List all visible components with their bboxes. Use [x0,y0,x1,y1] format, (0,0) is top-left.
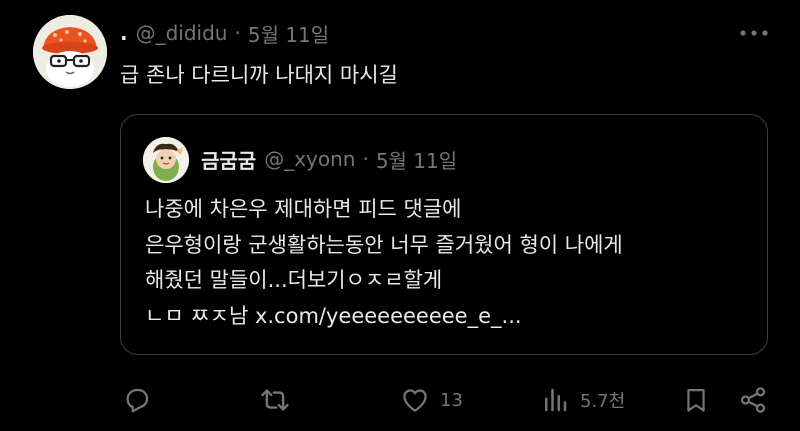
quote-avatar-image [143,137,189,183]
like-count: 13 [440,389,463,411]
views-button[interactable]: 5.7천 [540,380,625,420]
reply-icon [126,388,149,413]
quote-text-line: 해줬던 말들이...더보기ㅇㅈㄹ할게 [145,268,443,292]
retweet-button[interactable] [258,380,292,420]
quote-handle[interactable]: @_xyonn [264,147,355,171]
tweet-timestamp[interactable]: 5월 11일 [248,19,329,48]
quote-text-line: 은우형이랑 군생활하는동안 너무 즐거웠어 형이 나에게 [145,232,623,257]
avatar[interactable] [33,15,107,89]
quote-display-name[interactable]: 금굼굼 [201,145,256,174]
retweet-icon [261,389,289,411]
quote-header: 금굼굼 @_xyonn · 5월 11일 [201,144,457,174]
share-icon [740,387,766,413]
header-separator: · [234,21,241,45]
tweet-header: . @_dididu · 5월 11일 [120,18,329,48]
views-count: 5.7천 [580,391,626,412]
quote-avatar[interactable] [143,137,189,183]
bookmark-icon [687,388,705,412]
tweet-handle[interactable]: @_dididu [136,21,228,45]
quote-timestamp[interactable]: 5월 11일 [376,145,457,174]
tweet-text: 급 존나 다르니까 나대지 마시길 [120,63,398,87]
share-button[interactable] [738,380,768,420]
heart-icon [403,389,427,412]
more-options-button[interactable] [734,20,774,46]
more-icon [740,30,768,36]
quote-separator: · [362,147,369,171]
like-button[interactable]: 13 [400,380,463,420]
bookmark-button[interactable] [682,380,710,420]
quote-text-line: 나중에 차은우 제대하면 피드 댓글에 [145,197,462,221]
display-name[interactable]: . [120,21,128,45]
views-icon [545,388,567,412]
quoted-tweet-card[interactable]: 금굼굼 @_xyonn · 5월 11일 나중에 차은우 제대하면 피드 댓글에… [120,114,768,355]
avatar-image [33,15,107,89]
quote-text: 나중에 차은우 제대하면 피드 댓글에 은우형이랑 군생활하는동안 너무 즐거웠… [145,192,745,334]
quote-text-line: ㄴㅁ ㅉㅈ남 x.com/yeeeeeeeeee_e_... [145,303,522,328]
reply-button[interactable] [122,380,152,420]
